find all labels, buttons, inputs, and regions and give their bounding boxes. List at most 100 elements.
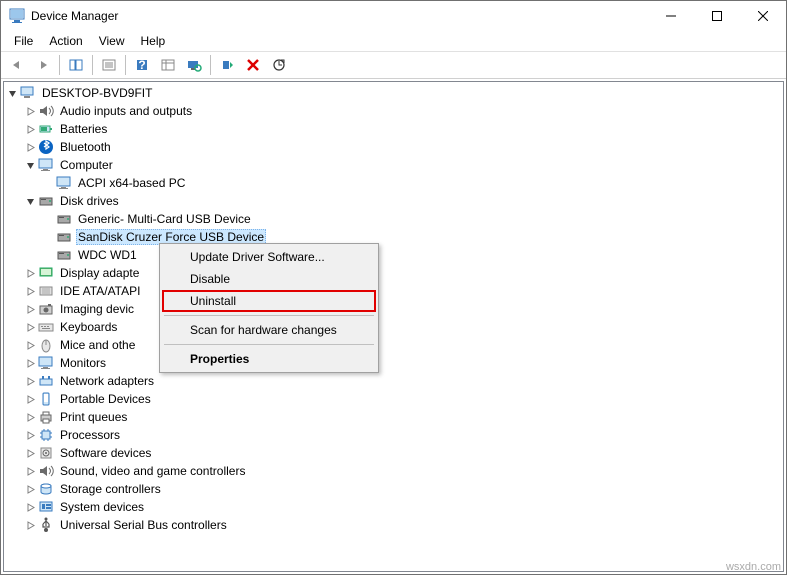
ctx-uninstall[interactable]: Uninstall: [162, 290, 376, 312]
tree-item-label: System devices: [58, 500, 146, 514]
expand-icon[interactable]: [22, 269, 38, 278]
collapse-icon[interactable]: [4, 89, 20, 98]
tree-item-keyboard[interactable]: Keyboards: [4, 318, 783, 336]
properties-toolbar-button[interactable]: [97, 54, 121, 76]
tree-item-audio[interactable]: Audio inputs and outputs: [4, 102, 783, 120]
tree-item-label: ACPI x64-based PC: [76, 176, 187, 190]
keyboard-icon: [38, 319, 54, 335]
tree-item-label: Display adapte: [58, 266, 141, 280]
menu-view[interactable]: View: [92, 33, 132, 49]
tree-item-display[interactable]: Display adapte: [4, 264, 783, 282]
enable-device-button[interactable]: [215, 54, 239, 76]
expand-icon[interactable]: [22, 377, 38, 386]
expand-icon[interactable]: [22, 125, 38, 134]
expand-icon[interactable]: [22, 107, 38, 116]
tree-item-label: Portable Devices: [58, 392, 153, 406]
tree-item-label: WDC WD1: [76, 248, 139, 262]
show-hide-button[interactable]: [64, 54, 88, 76]
tree-item-storage[interactable]: Storage controllers: [4, 480, 783, 498]
expand-icon[interactable]: [22, 413, 38, 422]
device-tree[interactable]: DESKTOP-BVD9FIT Audio inputs and outputs B…: [3, 81, 784, 572]
tree-item-network[interactable]: Network adapters: [4, 372, 783, 390]
tree-item-label: Bluetooth: [58, 140, 113, 154]
maximize-button[interactable]: [694, 1, 740, 31]
tree-item-label: Processors: [58, 428, 122, 442]
menu-help[interactable]: Help: [134, 33, 173, 49]
tree-item-bluetooth[interactable]: Bluetooth: [4, 138, 783, 156]
portable-icon: [38, 391, 54, 407]
tree-item-label: Batteries: [58, 122, 109, 136]
ctx-update-driver[interactable]: Update Driver Software...: [162, 246, 376, 268]
expand-icon[interactable]: [22, 143, 38, 152]
back-button[interactable]: [5, 54, 29, 76]
tree-item-system[interactable]: System devices: [4, 498, 783, 516]
tree-item-label: IDE ATA/ATAPI: [58, 284, 142, 298]
expand-icon[interactable]: [22, 431, 38, 440]
close-button[interactable]: [740, 1, 786, 31]
help-toolbar-button[interactable]: ?: [130, 54, 154, 76]
tree-item-label: Sound, video and game controllers: [58, 464, 247, 478]
tree-item-imaging[interactable]: Imaging devic: [4, 300, 783, 318]
uninstall-device-button[interactable]: [241, 54, 265, 76]
expand-icon[interactable]: [22, 341, 38, 350]
tree-item-child[interactable]: WDC WD1: [4, 246, 783, 264]
tree-item-child[interactable]: SanDisk Cruzer Force USB Device: [4, 228, 783, 246]
tree-item-ide[interactable]: IDE ATA/ATAPI: [4, 282, 783, 300]
tree-root[interactable]: DESKTOP-BVD9FIT: [4, 84, 783, 102]
ide-icon: [38, 283, 54, 299]
tree-item-label: Audio inputs and outputs: [58, 104, 194, 118]
collapse-icon[interactable]: [22, 197, 38, 206]
tree-item-portable[interactable]: Portable Devices: [4, 390, 783, 408]
tree-item-child[interactable]: ACPI x64-based PC: [4, 174, 783, 192]
monitor-icon: [38, 157, 54, 173]
expand-icon[interactable]: [22, 323, 38, 332]
menu-file[interactable]: File: [7, 33, 40, 49]
expand-icon[interactable]: [22, 287, 38, 296]
tree-item-audio[interactable]: Sound, video and game controllers: [4, 462, 783, 480]
system-icon: [38, 499, 54, 515]
expand-icon[interactable]: [22, 305, 38, 314]
tree-item-label: Disk drives: [58, 194, 121, 208]
menu-action[interactable]: Action: [42, 33, 89, 49]
tree-item-label: Imaging devic: [58, 302, 136, 316]
tree-item-monitor[interactable]: Monitors: [4, 354, 783, 372]
tree-item-label: Monitors: [58, 356, 108, 370]
tree-item-label: Universal Serial Bus controllers: [58, 518, 229, 532]
expand-icon[interactable]: [22, 449, 38, 458]
tree-item-mouse[interactable]: Mice and othe: [4, 336, 783, 354]
expand-icon[interactable]: [22, 485, 38, 494]
tree-item-monitor[interactable]: Computer: [4, 156, 783, 174]
tree-item-child[interactable]: Generic- Multi-Card USB Device: [4, 210, 783, 228]
expand-icon[interactable]: [22, 521, 38, 530]
ctx-properties[interactable]: Properties: [162, 348, 376, 370]
toolbar-separator: [125, 55, 126, 75]
disk-icon: [56, 211, 72, 227]
ctx-scan-hardware[interactable]: Scan for hardware changes: [162, 319, 376, 341]
tree-item-printer[interactable]: Print queues: [4, 408, 783, 426]
watermark: wsxdn.com: [726, 561, 781, 573]
forward-button[interactable]: [31, 54, 55, 76]
expand-icon[interactable]: [22, 395, 38, 404]
tree-item-software[interactable]: Software devices: [4, 444, 783, 462]
scan-hardware-button[interactable]: [182, 54, 206, 76]
collapse-icon[interactable]: [22, 161, 38, 170]
minimize-button[interactable]: [648, 1, 694, 31]
update-driver-button[interactable]: [267, 54, 291, 76]
expand-icon[interactable]: [22, 359, 38, 368]
tree-item-cpu[interactable]: Processors: [4, 426, 783, 444]
expand-icon[interactable]: [22, 503, 38, 512]
toolbar-separator: [59, 55, 60, 75]
display-icon: [38, 265, 54, 281]
tree-item-label: Network adapters: [58, 374, 156, 388]
tree-item-battery[interactable]: Batteries: [4, 120, 783, 138]
tree-item-label: Mice and othe: [58, 338, 137, 352]
tree-item-label: Print queues: [58, 410, 129, 424]
ctx-separator: [164, 344, 374, 345]
expand-icon[interactable]: [22, 467, 38, 476]
view-list-button[interactable]: [156, 54, 180, 76]
tree-item-disk[interactable]: Disk drives: [4, 192, 783, 210]
tree-item-usb[interactable]: Universal Serial Bus controllers: [4, 516, 783, 534]
ctx-disable[interactable]: Disable: [162, 268, 376, 290]
toolbar: ?: [1, 51, 786, 79]
usb-icon: [38, 517, 54, 533]
